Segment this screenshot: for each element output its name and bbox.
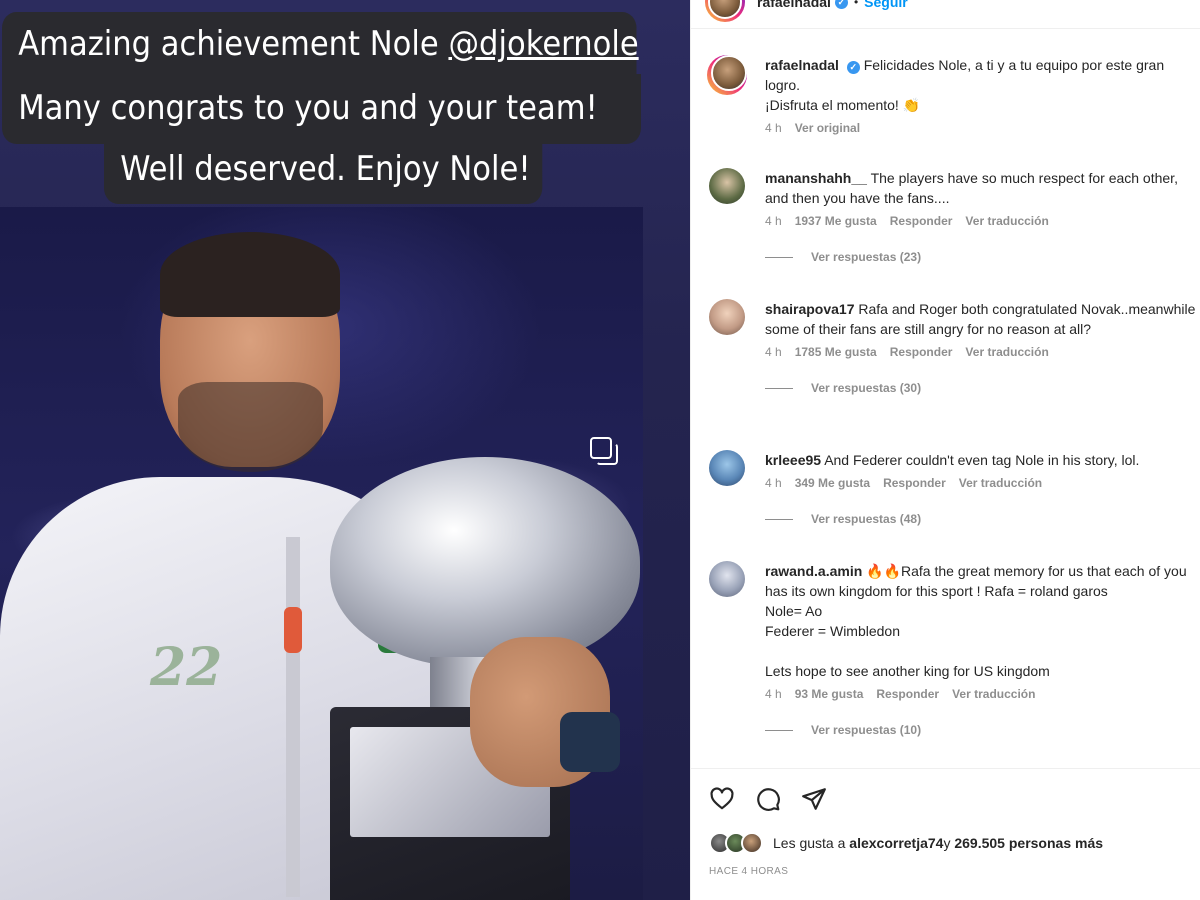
story-caption-line-1: Amazing achievement Nole @djokernole <box>2 12 639 78</box>
translate-button[interactable]: Ver traducción <box>959 476 1042 490</box>
post-header: rafaelnadal ✓ • Seguir <box>691 0 1200 22</box>
avatar <box>711 55 747 91</box>
post-photo: 22 <box>0 207 643 900</box>
comment-likes[interactable]: 93 Me gusta <box>795 687 864 701</box>
carousel-icon <box>590 437 620 467</box>
comment-avatar[interactable] <box>709 168 745 204</box>
actions-divider <box>691 768 1200 769</box>
story-caption-line-2: Many congrats to you and your team! <box>2 74 641 144</box>
comment-body: mananshahh__ The players have so much re… <box>765 168 1197 208</box>
comment-time[interactable]: 4 h <box>765 476 782 490</box>
liker-username[interactable]: alexcorretja74 <box>849 835 943 851</box>
likes-summary: Les gusta a alexcorretja74 y 269.505 per… <box>709 832 1103 854</box>
story-caption-line-3: Well deserved. Enjoy Nole! <box>104 138 543 204</box>
comment-time[interactable]: 4 h <box>765 345 782 359</box>
comment-username[interactable]: rawand.a.amin <box>765 563 862 579</box>
avatar <box>708 0 742 19</box>
comment-username[interactable]: krleee95 <box>765 452 821 468</box>
translate-button[interactable]: Ver traducción <box>965 214 1048 228</box>
separator-dot: • <box>853 0 859 9</box>
view-replies-button[interactable]: Ver respuestas (48) <box>765 512 1200 526</box>
likes-mid: y <box>943 835 951 851</box>
likes-count[interactable]: 269.505 personas más <box>954 835 1103 851</box>
comment-avatar[interactable] <box>709 450 745 486</box>
comment-avatar[interactable] <box>709 299 745 335</box>
comment-text: And Federer couldn't even tag Nole in hi… <box>824 452 1140 468</box>
follow-button[interactable]: Seguir <box>864 0 908 10</box>
post-actions <box>709 786 827 812</box>
see-original-link[interactable]: Ver original <box>795 121 860 135</box>
comment-body: rawand.a.amin 🔥🔥Rafa the great memory fo… <box>765 561 1197 681</box>
heart-icon[interactable] <box>709 786 735 812</box>
liker-avatars <box>709 832 767 854</box>
reply-button[interactable]: Responder <box>883 476 946 490</box>
post-caption: rafaelnadal ✓ Felicidades Nole, a ti y a… <box>705 55 1200 135</box>
translate-button[interactable]: Ver traducción <box>952 687 1035 701</box>
comment-item: shairapova17 Rafa and Roger both congrat… <box>705 299 1200 395</box>
post-timestamp[interactable]: HACE 4 HORAS <box>709 866 788 877</box>
zipper-pull <box>284 607 302 653</box>
comment-text-3: Federer = Wimbledon <box>765 623 901 639</box>
comment-time[interactable]: 4 h <box>765 687 782 701</box>
reply-button[interactable]: Responder <box>890 214 953 228</box>
comment-item: krleee95 And Federer couldn't even tag N… <box>705 450 1200 526</box>
reply-button[interactable]: Responder <box>890 345 953 359</box>
comment-text-2: Nole= Ao <box>765 603 823 619</box>
view-replies-button[interactable]: Ver respuestas (23) <box>765 250 1200 264</box>
verified-badge-icon: ✓ <box>834 0 848 9</box>
comment-text-4: Lets hope to see another king for US kin… <box>765 663 1050 679</box>
translate-button[interactable]: Ver traducción <box>965 345 1048 359</box>
comments-panel: rafaelnadal ✓ • Seguir rafaelnadal ✓ Fel… <box>690 0 1200 900</box>
comment-time[interactable]: 4 h <box>765 214 782 228</box>
comment-username[interactable]: mananshahh__ <box>765 170 867 186</box>
comment-meta: 4 h 93 Me gusta Responder Ver traducción <box>765 687 1200 701</box>
comment-likes[interactable]: 349 Me gusta <box>795 476 870 490</box>
view-replies-button[interactable]: Ver respuestas (30) <box>765 381 1200 395</box>
comment-username[interactable]: shairapova17 <box>765 301 855 317</box>
caption-avatar[interactable] <box>707 55 747 95</box>
mention-link[interactable]: @djokernole <box>448 24 638 64</box>
post-media[interactable]: 22 Amazing achievement Nole @djokernole … <box>0 0 690 900</box>
comment-body: shairapova17 Rafa and Roger both congrat… <box>765 299 1197 339</box>
comment-meta: 4 h 349 Me gusta Responder Ver traducció… <box>765 476 1200 490</box>
jacket-zipper <box>286 537 300 897</box>
comment-item: rawand.a.amin 🔥🔥Rafa the great memory fo… <box>705 561 1200 737</box>
player-watch <box>560 712 620 772</box>
caption-username[interactable]: rafaelnadal <box>765 57 839 73</box>
comment-body: krleee95 And Federer couldn't even tag N… <box>765 450 1197 470</box>
verified-badge-icon: ✓ <box>846 61 860 74</box>
view-replies-button[interactable]: Ver respuestas (10) <box>765 723 1200 737</box>
comment-meta: 4 h 1937 Me gusta Responder Ver traducci… <box>765 214 1200 228</box>
header-username[interactable]: rafaelnadal <box>757 0 831 10</box>
paper-plane-icon[interactable] <box>801 786 827 812</box>
comment-meta: 4 h 1785 Me gusta Responder Ver traducci… <box>765 345 1200 359</box>
caption-text-2: ¡Disfruta el momento! 👏 <box>765 97 921 113</box>
player-beard <box>178 382 323 472</box>
comment-icon[interactable] <box>755 786 781 812</box>
caption-meta: 4 h Ver original <box>765 121 1200 135</box>
likes-prefix: Les gusta a <box>773 835 846 851</box>
header-avatar[interactable] <box>705 0 745 22</box>
reply-button[interactable]: Responder <box>876 687 939 701</box>
caption-body: rafaelnadal ✓ Felicidades Nole, a ti y a… <box>765 55 1197 115</box>
story-caption-text: Amazing achievement Nole <box>18 24 449 64</box>
trophy-cup <box>330 457 640 667</box>
player-hair <box>160 232 340 317</box>
jacket-number: 22 <box>150 637 223 698</box>
caption-time[interactable]: 4 h <box>765 121 782 135</box>
comment-item: mananshahh__ The players have so much re… <box>705 168 1200 264</box>
comment-likes[interactable]: 1937 Me gusta <box>795 214 877 228</box>
header-divider <box>691 28 1200 29</box>
comment-avatar[interactable] <box>709 561 745 597</box>
comment-likes[interactable]: 1785 Me gusta <box>795 345 877 359</box>
